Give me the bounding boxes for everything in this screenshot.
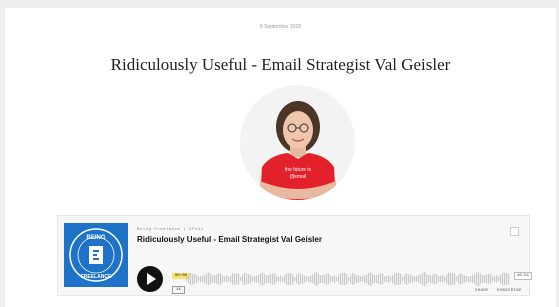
expand-icon[interactable] — [510, 227, 519, 236]
podcast-cover-art: BEING FREELANCE — [64, 223, 128, 287]
guest-photo: the future is [f]email — [240, 85, 355, 200]
play-button[interactable] — [137, 266, 163, 292]
cover-logo-icon: BEING FREELANCE — [64, 223, 128, 287]
playback-speed-button[interactable]: 1X — [172, 286, 185, 294]
svg-text:the future is: the future is — [285, 167, 312, 173]
player-actions: SHARE SUBSCRIBE — [470, 289, 522, 293]
episode-title: Ridiculously Useful - Email Strategist V… — [137, 235, 322, 244]
post-title: Ridiculously Useful - Email Strategist V… — [110, 55, 451, 74]
total-duration: 45:51 — [514, 272, 533, 280]
play-icon — [147, 273, 156, 285]
episode-meta: Being Freelance | EP141 — [137, 228, 204, 232]
guest-photo-illustration: the future is [f]email — [240, 85, 355, 200]
subscribe-button[interactable]: SUBSCRIBE — [497, 289, 522, 293]
podcast-player: BEING FREELANCE Being Freelance | EP141 … — [57, 215, 533, 296]
audio-waveform[interactable] — [186, 270, 511, 288]
svg-text:BEING: BEING — [86, 235, 105, 241]
share-button[interactable]: SHARE — [475, 289, 489, 293]
svg-text:[f]email: [f]email — [290, 174, 306, 180]
svg-text:FREELANCE: FREELANCE — [81, 274, 112, 280]
blog-post: 8 September 2018 Ridiculously Useful - E… — [5, 8, 556, 307]
post-date: 8 September 2018 — [259, 24, 302, 30]
